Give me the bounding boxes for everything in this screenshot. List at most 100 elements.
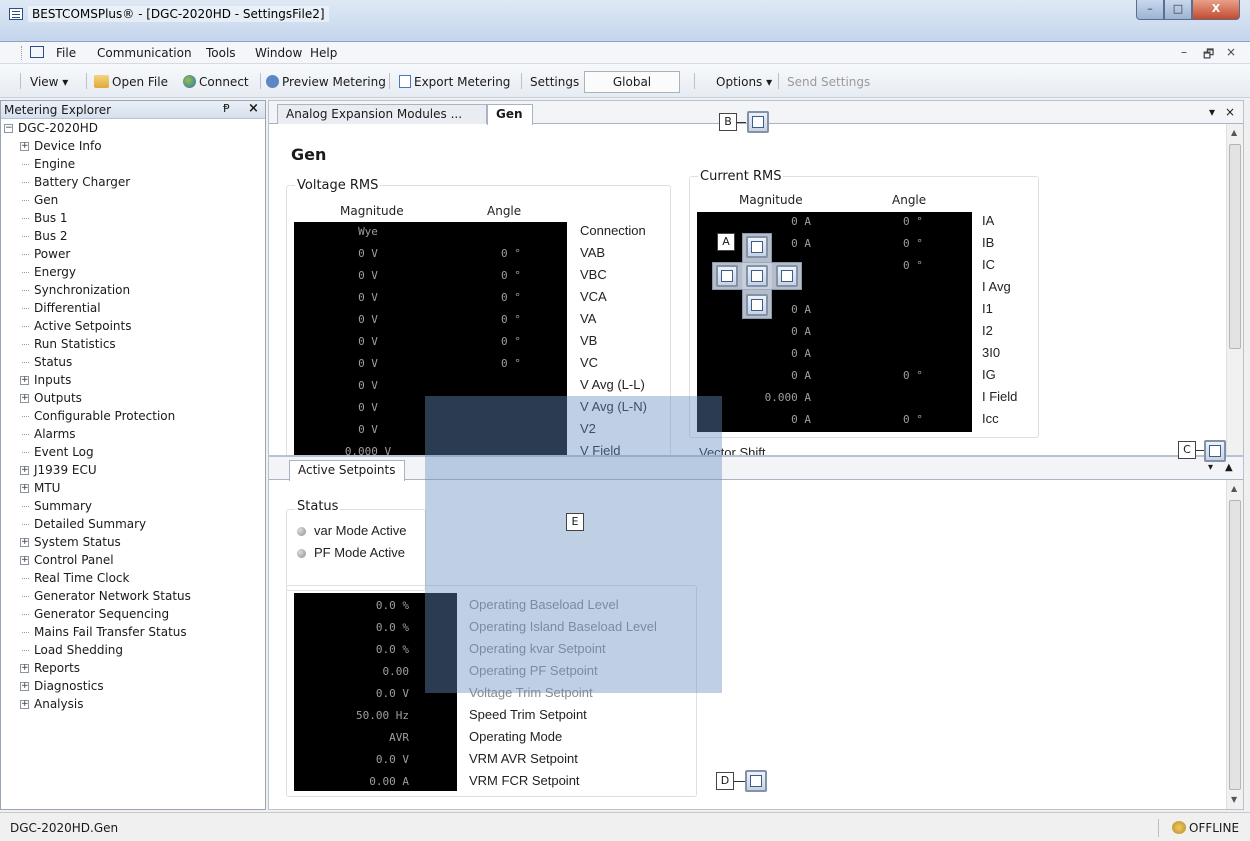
- tree-connector: [22, 434, 29, 435]
- menu-help[interactable]: Help: [310, 46, 337, 60]
- voltage-angle-value: 0 °: [501, 335, 521, 348]
- tree-item[interactable]: Battery Charger: [1, 174, 263, 192]
- expand-icon[interactable]: +: [20, 142, 29, 151]
- tree-item[interactable]: Synchronization: [1, 282, 263, 300]
- tree-item[interactable]: Active Setpoints: [1, 318, 263, 336]
- expand-icon[interactable]: +: [20, 484, 29, 493]
- tree-connector: [22, 308, 29, 309]
- tab-list-dropdown[interactable]: ▾: [1209, 105, 1215, 119]
- expand-icon[interactable]: +: [20, 700, 29, 709]
- bottom-tab-list-dropdown[interactable]: ▾: [1208, 462, 1213, 473]
- setpoint-value: 0.00: [382, 665, 410, 678]
- tree-item[interactable]: + Control Panel: [1, 552, 263, 570]
- tab-active-setpoints[interactable]: Active Setpoints: [289, 460, 405, 481]
- tree-item[interactable]: Mains Fail Transfer Status: [1, 624, 263, 642]
- maximize-button[interactable]: □: [1164, 0, 1192, 20]
- dock-center-icon[interactable]: [746, 265, 768, 287]
- voltage-magnitude-value: 0 V: [358, 401, 378, 414]
- current-magnitude-header: Magnitude: [739, 193, 803, 207]
- options-dropdown[interactable]: Options ▾: [716, 75, 772, 89]
- view-dropdown[interactable]: View ▾: [30, 75, 68, 89]
- tree-item[interactable]: + System Status: [1, 534, 263, 552]
- tree-item[interactable]: Detailed Summary: [1, 516, 263, 534]
- connect-button[interactable]: Connect: [183, 75, 249, 89]
- tree-item[interactable]: Status: [1, 354, 263, 372]
- open-file-button[interactable]: Open File: [94, 75, 168, 89]
- tree-item[interactable]: + Analysis: [1, 696, 263, 714]
- tab-close-button[interactable]: ×: [1225, 105, 1235, 119]
- dock-bottom-icon[interactable]: [746, 294, 768, 316]
- menu-communication[interactable]: Communication: [97, 46, 192, 60]
- send-settings-button[interactable]: Send Settings: [787, 75, 870, 89]
- tree-item[interactable]: + Device Info: [1, 138, 263, 156]
- tree-item[interactable]: + MTU: [1, 480, 263, 498]
- tree-item[interactable]: Generator Network Status: [1, 588, 263, 606]
- scroll-up-arrow[interactable]: ▲: [1231, 128, 1237, 137]
- minimize-button[interactable]: –: [1136, 0, 1164, 20]
- bottom-collapse-icon[interactable]: ▲: [1225, 462, 1233, 473]
- expand-icon[interactable]: +: [20, 682, 29, 691]
- tab-analog-expansion-modules[interactable]: Analog Expansion Modules ...: [277, 104, 487, 124]
- expand-icon[interactable]: +: [20, 466, 29, 475]
- settings-scope-select[interactable]: Global: [584, 71, 680, 93]
- tree-item[interactable]: − DGC-2020HD: [1, 120, 263, 138]
- tree-item[interactable]: Run Statistics: [1, 336, 263, 354]
- dock-edge-top-icon[interactable]: [747, 111, 769, 133]
- tree-item[interactable]: + Diagnostics: [1, 678, 263, 696]
- pin-icon[interactable]: Ᵽ: [223, 102, 230, 115]
- tree-item[interactable]: Load Shedding: [1, 642, 263, 660]
- scroll-down-arrow[interactable]: ▼: [1231, 795, 1237, 804]
- tree-item[interactable]: + Reports: [1, 660, 263, 678]
- tree-item[interactable]: Summary: [1, 498, 263, 516]
- tree-item[interactable]: Generator Sequencing: [1, 606, 263, 624]
- tree-item[interactable]: Gen: [1, 192, 263, 210]
- tree-item[interactable]: + Outputs: [1, 390, 263, 408]
- tree-item[interactable]: Alarms: [1, 426, 263, 444]
- tab-gen[interactable]: Gen: [487, 104, 533, 125]
- mdi-restore-button[interactable]: 🗗: [1203, 45, 1214, 66]
- tree-item[interactable]: + Inputs: [1, 372, 263, 390]
- collapse-icon[interactable]: −: [4, 124, 13, 133]
- expand-icon[interactable]: +: [20, 556, 29, 565]
- current-row-label: I1: [982, 301, 993, 316]
- dock-edge-right-icon[interactable]: [1204, 440, 1226, 462]
- tree-item[interactable]: Differential: [1, 300, 263, 318]
- current-row-label: I2: [982, 323, 993, 338]
- explorer-close-button[interactable]: ×: [248, 101, 259, 116]
- scroll-thumb[interactable]: [1229, 500, 1241, 790]
- tree-item[interactable]: Bus 1: [1, 210, 263, 228]
- tree-item[interactable]: Configurable Protection: [1, 408, 263, 426]
- app-menu-icon[interactable]: [30, 46, 44, 58]
- export-metering-button[interactable]: Export Metering: [399, 75, 510, 89]
- close-button[interactable]: X: [1192, 0, 1240, 20]
- expand-icon[interactable]: +: [20, 538, 29, 547]
- tree-item[interactable]: Engine: [1, 156, 263, 174]
- expand-icon[interactable]: +: [20, 664, 29, 673]
- menu-file[interactable]: File: [56, 46, 76, 60]
- top-vertical-scrollbar[interactable]: ▲: [1226, 124, 1243, 455]
- tree-item[interactable]: Real Time Clock: [1, 570, 263, 588]
- tree-item[interactable]: Power: [1, 246, 263, 264]
- connection-status: OFFLINE: [1172, 821, 1239, 835]
- tree-item[interactable]: + J1939 ECU: [1, 462, 263, 480]
- document-icon: [399, 75, 411, 88]
- bottom-vertical-scrollbar[interactable]: ▲ ▼: [1226, 480, 1243, 809]
- tree-item[interactable]: Bus 2: [1, 228, 263, 246]
- tree-item[interactable]: Event Log: [1, 444, 263, 462]
- mdi-minimize-button[interactable]: –: [1181, 45, 1187, 59]
- preview-metering-button[interactable]: Preview Metering: [266, 75, 386, 89]
- menu-window[interactable]: Window: [255, 46, 302, 60]
- voltage-row-label: VAB: [580, 245, 606, 260]
- tree-item[interactable]: Energy: [1, 264, 263, 282]
- dock-left-icon[interactable]: [716, 265, 738, 287]
- dock-right-icon[interactable]: [776, 265, 798, 287]
- menu-tools[interactable]: Tools: [206, 46, 236, 60]
- scroll-up-arrow[interactable]: ▲: [1231, 484, 1237, 493]
- scroll-thumb[interactable]: [1229, 144, 1241, 349]
- mdi-close-button[interactable]: ×: [1226, 45, 1236, 59]
- expand-icon[interactable]: +: [20, 376, 29, 385]
- dock-edge-bottom-icon[interactable]: [745, 770, 767, 792]
- expand-icon[interactable]: +: [20, 394, 29, 403]
- dock-top-icon[interactable]: [746, 236, 768, 258]
- metering-explorer-panel: Metering Explorer Ᵽ × − DGC-2020HD + Device…: [0, 100, 266, 810]
